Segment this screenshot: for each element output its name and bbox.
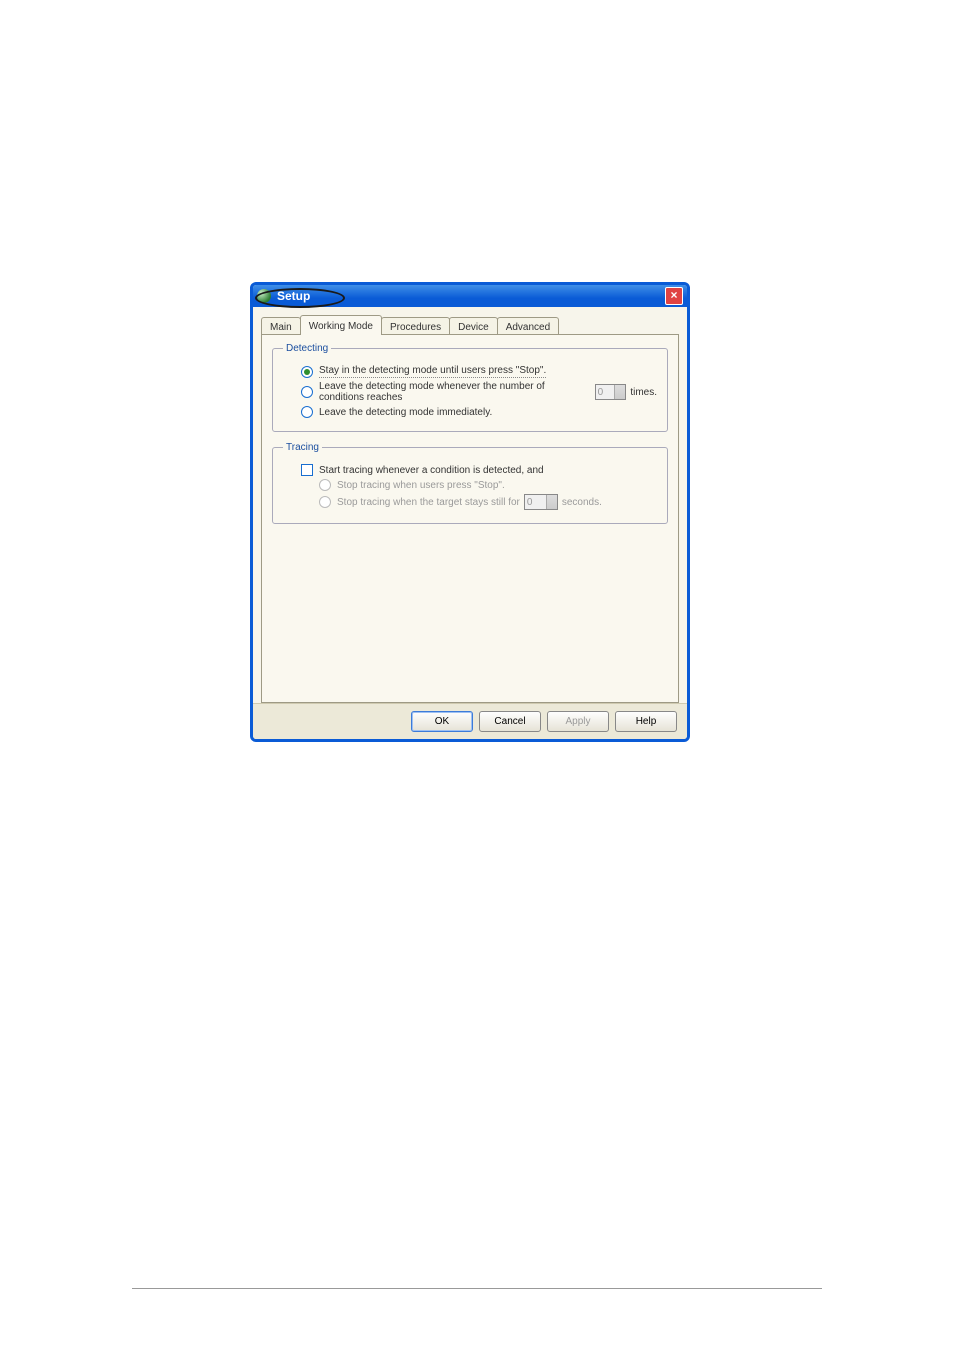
radio-leave-count-label: Leave the detecting mode whenever the nu… — [319, 381, 591, 403]
dialog-body: Main Working Mode Procedures Device Adva… — [253, 307, 687, 703]
tracing-legend: Tracing — [283, 442, 322, 453]
checkbox-start-tracing-label: Start tracing whenever a condition is de… — [319, 465, 544, 476]
radio-row-leave-count[interactable]: Leave the detecting mode whenever the nu… — [283, 381, 657, 403]
checkbox-row-start-tracing[interactable]: Start tracing whenever a condition is de… — [283, 464, 657, 476]
radio-stop-still-label: Stop tracing when the target stays still… — [337, 497, 520, 508]
checkbox-start-tracing[interactable] — [301, 464, 313, 476]
cancel-button[interactable]: Cancel — [479, 711, 541, 732]
radio-leave-immediately-label: Leave the detecting mode immediately. — [319, 407, 492, 418]
radio-row-leave-immediately[interactable]: Leave the detecting mode immediately. — [283, 406, 657, 418]
radio-stop-users-label: Stop tracing when users press "Stop". — [337, 480, 505, 491]
detecting-legend: Detecting — [283, 343, 331, 354]
radio-row-stop-users: Stop tracing when users press "Stop". — [283, 479, 657, 491]
app-icon — [257, 289, 271, 303]
radio-stay[interactable] — [301, 366, 313, 378]
help-button[interactable]: Help — [615, 711, 677, 732]
radio-leave-immediately[interactable] — [301, 406, 313, 418]
page: Setup × Main Working Mode Procedures Dev… — [0, 0, 954, 1351]
tab-content: Detecting Stay in the detecting mode unt… — [261, 334, 679, 703]
setup-dialog: Setup × Main Working Mode Procedures Dev… — [250, 282, 690, 742]
titlebar: Setup × — [253, 285, 687, 307]
detecting-group: Detecting Stay in the detecting mode unt… — [272, 343, 668, 432]
apply-button: Apply — [547, 711, 609, 732]
tracing-group: Tracing Start tracing whenever a conditi… — [272, 442, 668, 524]
radio-stop-users — [319, 479, 331, 491]
tab-advanced[interactable]: Advanced — [497, 317, 559, 335]
button-bar: OK Cancel Apply Help — [253, 703, 687, 739]
window-title: Setup — [277, 289, 665, 303]
radio-stop-still — [319, 496, 331, 508]
radio-stop-still-suffix: seconds. — [562, 497, 602, 508]
page-footer-rule — [132, 1288, 822, 1289]
times-spinner[interactable]: 0 — [595, 384, 627, 400]
radio-stay-label: Stay in the detecting mode until users p… — [319, 365, 546, 378]
tab-working-mode[interactable]: Working Mode — [300, 315, 382, 335]
radio-leave-count[interactable] — [301, 386, 313, 398]
tab-procedures[interactable]: Procedures — [381, 317, 450, 335]
tabbar: Main Working Mode Procedures Device Adva… — [261, 313, 679, 335]
close-icon[interactable]: × — [665, 287, 683, 305]
tab-main[interactable]: Main — [261, 317, 301, 335]
radio-row-stop-still: Stop tracing when the target stays still… — [283, 494, 657, 510]
radio-row-stay[interactable]: Stay in the detecting mode until users p… — [283, 365, 657, 378]
radio-leave-count-suffix: times. — [630, 387, 657, 398]
ok-button[interactable]: OK — [411, 711, 473, 732]
tab-device[interactable]: Device — [449, 317, 498, 335]
seconds-spinner: 0 — [524, 494, 558, 510]
